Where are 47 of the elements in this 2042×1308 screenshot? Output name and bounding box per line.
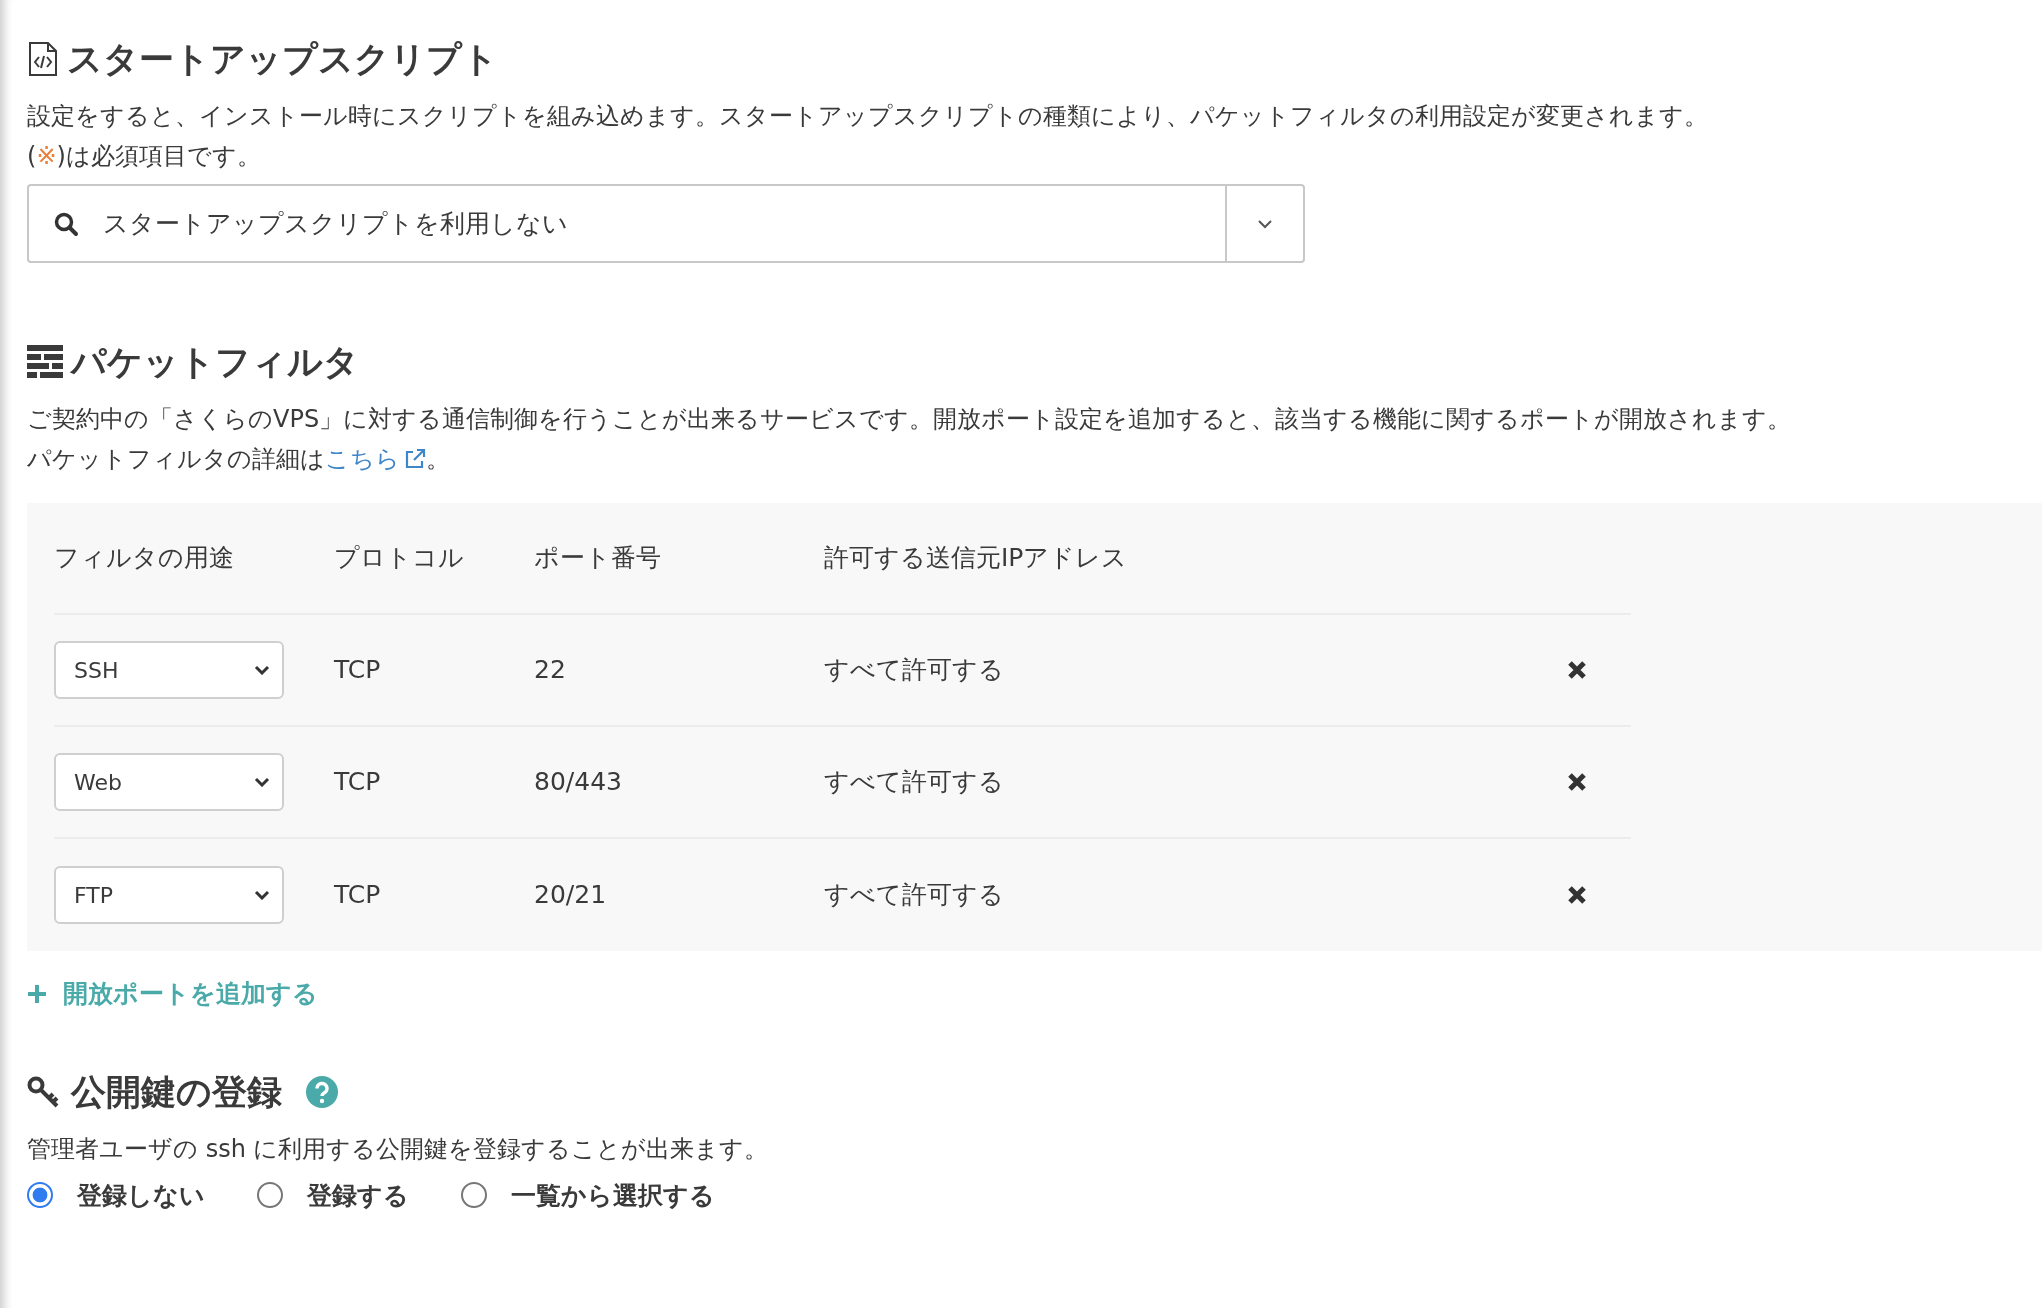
select-value: スタートアップスクリプトを利用しない [103, 207, 568, 240]
close-icon [1567, 660, 1587, 680]
table-cell-text: すべて許可する [824, 879, 1005, 912]
description-text: ご契約中の「さくらのVPS」に対する通信制御を行うことが出来るサービスです。開放ポート設定を追加すると、該当する機能に関するポートが開放されます。 [27, 404, 1793, 435]
description-text: 設定をすると、インストール時にスクリプトを組み込めます。スタートアップスクリプトの種類により、パケットフィルタの利用設定が変更されます。 [27, 101, 1709, 132]
external-link-icon [404, 448, 426, 470]
description-text: 管理者ユーザの ssh に利用する公開鍵を登録することが出来ます。 [27, 1133, 770, 1165]
details-link[interactable]: こちら [325, 439, 426, 479]
table-cell-text: すべて許可する [824, 654, 1005, 687]
section-title: 公開鍵の登録 [71, 1070, 282, 1113]
radio-button[interactable] [257, 1182, 283, 1209]
table-cell-text: 22 [534, 654, 567, 687]
help-icon[interactable] [306, 1075, 338, 1108]
chevron-down-icon [1257, 218, 1273, 229]
script-select[interactable]: スタートアップスクリプトを利用しない [27, 184, 1305, 263]
chevron-down-icon [254, 665, 270, 675]
column-header: ポート番号 [534, 542, 662, 575]
brick-wall-icon [27, 345, 63, 379]
column-header: プロトコル [334, 542, 465, 575]
table-cell-text: すべて許可する [824, 766, 1005, 799]
close-icon [1567, 772, 1587, 792]
section-title: スタートアップスクリプト [67, 38, 498, 80]
search-icon [53, 210, 79, 237]
close-icon [1567, 885, 1587, 905]
code-file-icon [27, 41, 59, 77]
table-cell-text: TCP [334, 879, 382, 912]
chevron-down-icon [254, 890, 270, 900]
plus-icon [27, 983, 47, 1004]
section-title: パケットフィルタ [71, 341, 359, 383]
table-cell-text: 20/21 [534, 879, 608, 912]
detail-text: 。 [426, 444, 450, 475]
radio-button[interactable] [461, 1182, 487, 1209]
filter-use-select[interactable]: FTP [54, 866, 284, 924]
table-cell-text: TCP [334, 766, 382, 799]
filter-use-select[interactable]: Web [54, 753, 284, 811]
table-cell-text: 80/443 [534, 766, 623, 799]
radio-label: 登録しない [77, 1179, 205, 1212]
radio-label: 登録する [307, 1179, 409, 1212]
filter-use-select[interactable]: SSH [54, 641, 284, 699]
detail-text: パケットフィルタの詳細は [27, 444, 325, 475]
column-header: フィルタの用途 [54, 542, 235, 575]
radio-button[interactable] [27, 1182, 53, 1209]
column-header: 許可する送信元IPアドレス [824, 542, 1129, 575]
required-note: (※)は必須項目です。 [27, 141, 262, 172]
table-cell-text: TCP [334, 654, 382, 687]
radio-label: 一覧から選択する [511, 1179, 715, 1212]
chevron-down-icon [254, 777, 270, 787]
